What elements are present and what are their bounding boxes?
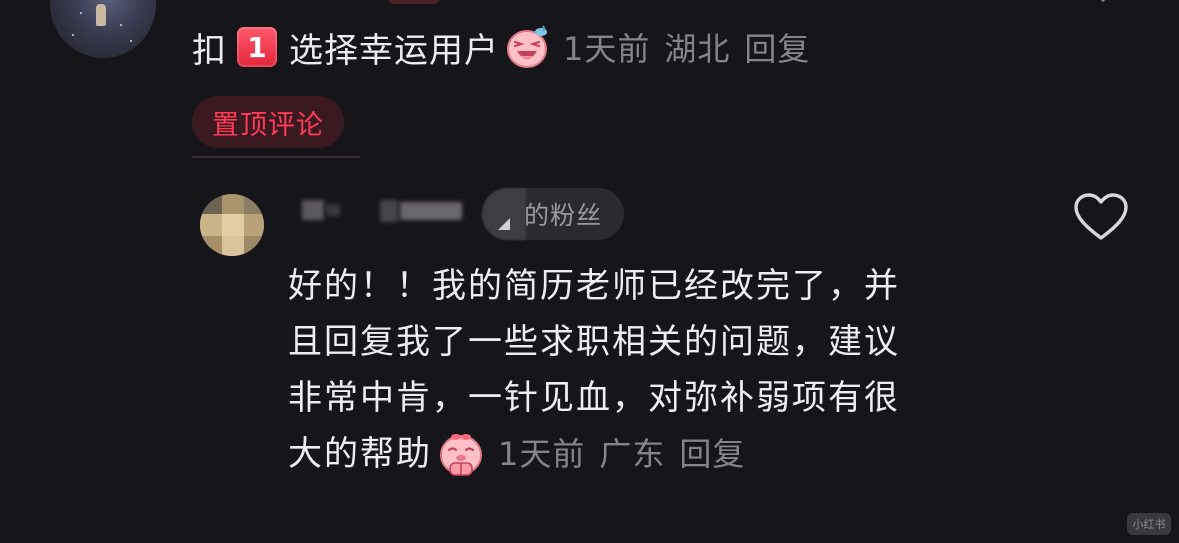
avatar-star — [130, 40, 132, 42]
fan-badge-thumbnail — [482, 188, 526, 240]
comment-text: 选择幸运用户 — [289, 30, 499, 71]
watermark-text: 小红书 — [1132, 518, 1166, 531]
redacted-block — [400, 202, 462, 220]
avatar-star — [72, 34, 74, 36]
begging-pig-emoji-icon — [440, 434, 482, 476]
app-watermark-logo: 小红书 — [1127, 513, 1171, 535]
fan-badge-label: 的粉丝 — [524, 201, 603, 230]
avatar-pixel — [244, 194, 264, 214]
pinned-comment-tag-label: 置顶评论 — [212, 109, 324, 141]
heart-outline-icon[interactable] — [1073, 192, 1129, 242]
chevron-down-icon[interactable] — [1089, 0, 1117, 6]
avatar-pixel — [222, 194, 244, 214]
comment-location: 广东 — [599, 435, 666, 473]
reply-thread-divider — [192, 156, 360, 158]
redacted-block — [326, 204, 340, 216]
avatar-figure — [96, 4, 106, 26]
avatar-pixel — [222, 236, 244, 256]
avatar-pixel — [200, 236, 222, 256]
comment-time: 1天前 — [563, 30, 651, 68]
avatar-pixel — [222, 214, 244, 236]
avatar-star — [120, 24, 122, 26]
redacted-block — [380, 200, 398, 222]
pinned-comment-text-row: 扣 1 选择幸运用户 1天前 湖北 回复 — [192, 22, 810, 72]
redacted-block — [302, 200, 324, 220]
comment-location: 湖北 — [664, 30, 731, 68]
comment-screen: 扣 1 选择幸运用户 1天前 湖北 回复 置顶评论 的粉丝 好的！！我的简历老师… — [0, 0, 1179, 543]
pinned-comment-avatar[interactable] — [50, 0, 156, 58]
reply-button[interactable]: 回复 — [679, 426, 745, 482]
comment-line: 非常中肯，一针见血，对弥补弱项有很 — [288, 378, 900, 418]
laughing-pig-emoji-icon — [507, 25, 547, 68]
avatar-pixel — [244, 236, 264, 256]
pinned-comment-tag: 置顶评论 — [192, 96, 344, 148]
avatar-pixel — [200, 194, 222, 214]
comment-last-line: 大的帮助 1天前 广东 回复 — [288, 426, 1008, 482]
avatar-star — [80, 12, 82, 14]
avatar-pixel — [200, 214, 222, 236]
comment-time: 1天前 — [498, 435, 586, 473]
comment-line: 且回复我了一些求职相关的问题，建议 — [288, 322, 900, 362]
top-partial-tag — [388, 0, 440, 4]
play-triangle-icon — [498, 218, 510, 230]
comment-text-prefix: 扣 — [192, 30, 227, 71]
reply-button[interactable]: 回复 — [744, 24, 810, 70]
comment-line: 好的！！我的简历老师已经改完了，并 — [288, 266, 900, 306]
reply-comment-avatar[interactable] — [200, 194, 264, 256]
fan-badge: 的粉丝 — [482, 188, 625, 240]
keycap-number-badge: 1 — [237, 27, 277, 67]
reply-comment-body: 好的！！我的简历老师已经改完了，并 且回复我了一些求职相关的问题，建议 非常中肯… — [288, 258, 1008, 482]
comment-line: 大的帮助 — [288, 434, 432, 474]
avatar-pixel — [244, 214, 264, 236]
